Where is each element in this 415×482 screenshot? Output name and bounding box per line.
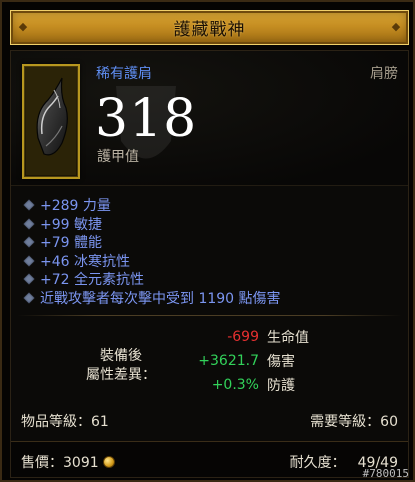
stat-name: 傷害 [267, 354, 295, 370]
diamond-bullet-icon [23, 292, 35, 304]
shoulder-armor-icon [26, 68, 76, 175]
affix-row: +72 全元素抗性 [23, 270, 403, 289]
gold-coin-icon [102, 456, 115, 468]
diamond-bullet-icon [23, 255, 35, 267]
required-level: 需要等級：60 [310, 414, 398, 430]
compare-row-damage: +3621.7 傷害 [171, 349, 391, 373]
item-icon-frame[interactable] [22, 64, 80, 179]
compare-row-toughness: +0.3% 防護 [171, 373, 391, 397]
affix-row: +79 體能 [23, 233, 403, 252]
diamond-bullet-icon [23, 236, 35, 248]
diamond-bullet-icon [23, 218, 35, 230]
stat-delta: +0.3% [211, 377, 259, 393]
affix-row: 近戰攻擊者每次擊中受到 1190 點傷害 [23, 289, 403, 308]
compare-row-life: -699 生命值 [171, 325, 391, 349]
item-header: 稀有護肩 肩膀 318 護甲值 [11, 51, 408, 186]
item-rarity: 稀有護肩 [96, 66, 152, 82]
armor-value: 318 [95, 89, 198, 149]
stat-name: 防護 [267, 378, 295, 394]
affix-row: +46 冰寒抗性 [23, 252, 403, 271]
affix-row: +289 力量 [23, 196, 403, 215]
affix-list: +289 力量 +99 敏捷 +79 體能 +46 冰寒抗性 +72 全元素抗性… [23, 196, 403, 307]
title-bar: ◆ 護藏戰神 ◆ [10, 10, 409, 45]
stat-delta: -699 [227, 329, 259, 345]
item-level: 物品等級：61 [21, 414, 109, 430]
watermark: #780015 [362, 467, 409, 480]
sell-price: 售價：3091 [21, 452, 115, 472]
diamond-bullet-icon [23, 273, 35, 285]
compare-stats: -699 生命值 +3621.7 傷害 +0.3% 防護 [171, 325, 391, 397]
item-slot: 肩膀 [370, 66, 398, 82]
affix-row: +99 敏捷 [23, 215, 403, 234]
item-tooltip: ◆ 護藏戰神 ◆ 稀有護肩 肩膀 318 護甲值 +289 力量 +99 敏捷 … [0, 0, 415, 482]
tooltip-panel: 稀有護肩 肩膀 318 護甲值 +289 力量 +99 敏捷 +79 體能 +4… [10, 50, 409, 478]
armor-label: 護甲值 [97, 149, 139, 165]
stat-delta: +3621.7 [198, 353, 259, 369]
item-name: 護藏戰神 [173, 20, 246, 40]
divider [17, 315, 402, 316]
stat-name: 生命值 [267, 330, 309, 346]
tooltip-footer: 售價：3091 耐久度： 49/49 [11, 441, 408, 477]
diamond-bullet-icon [23, 199, 35, 211]
corner-ornament-icon: ◆ [391, 20, 401, 33]
corner-ornament-icon: ◆ [18, 20, 28, 33]
